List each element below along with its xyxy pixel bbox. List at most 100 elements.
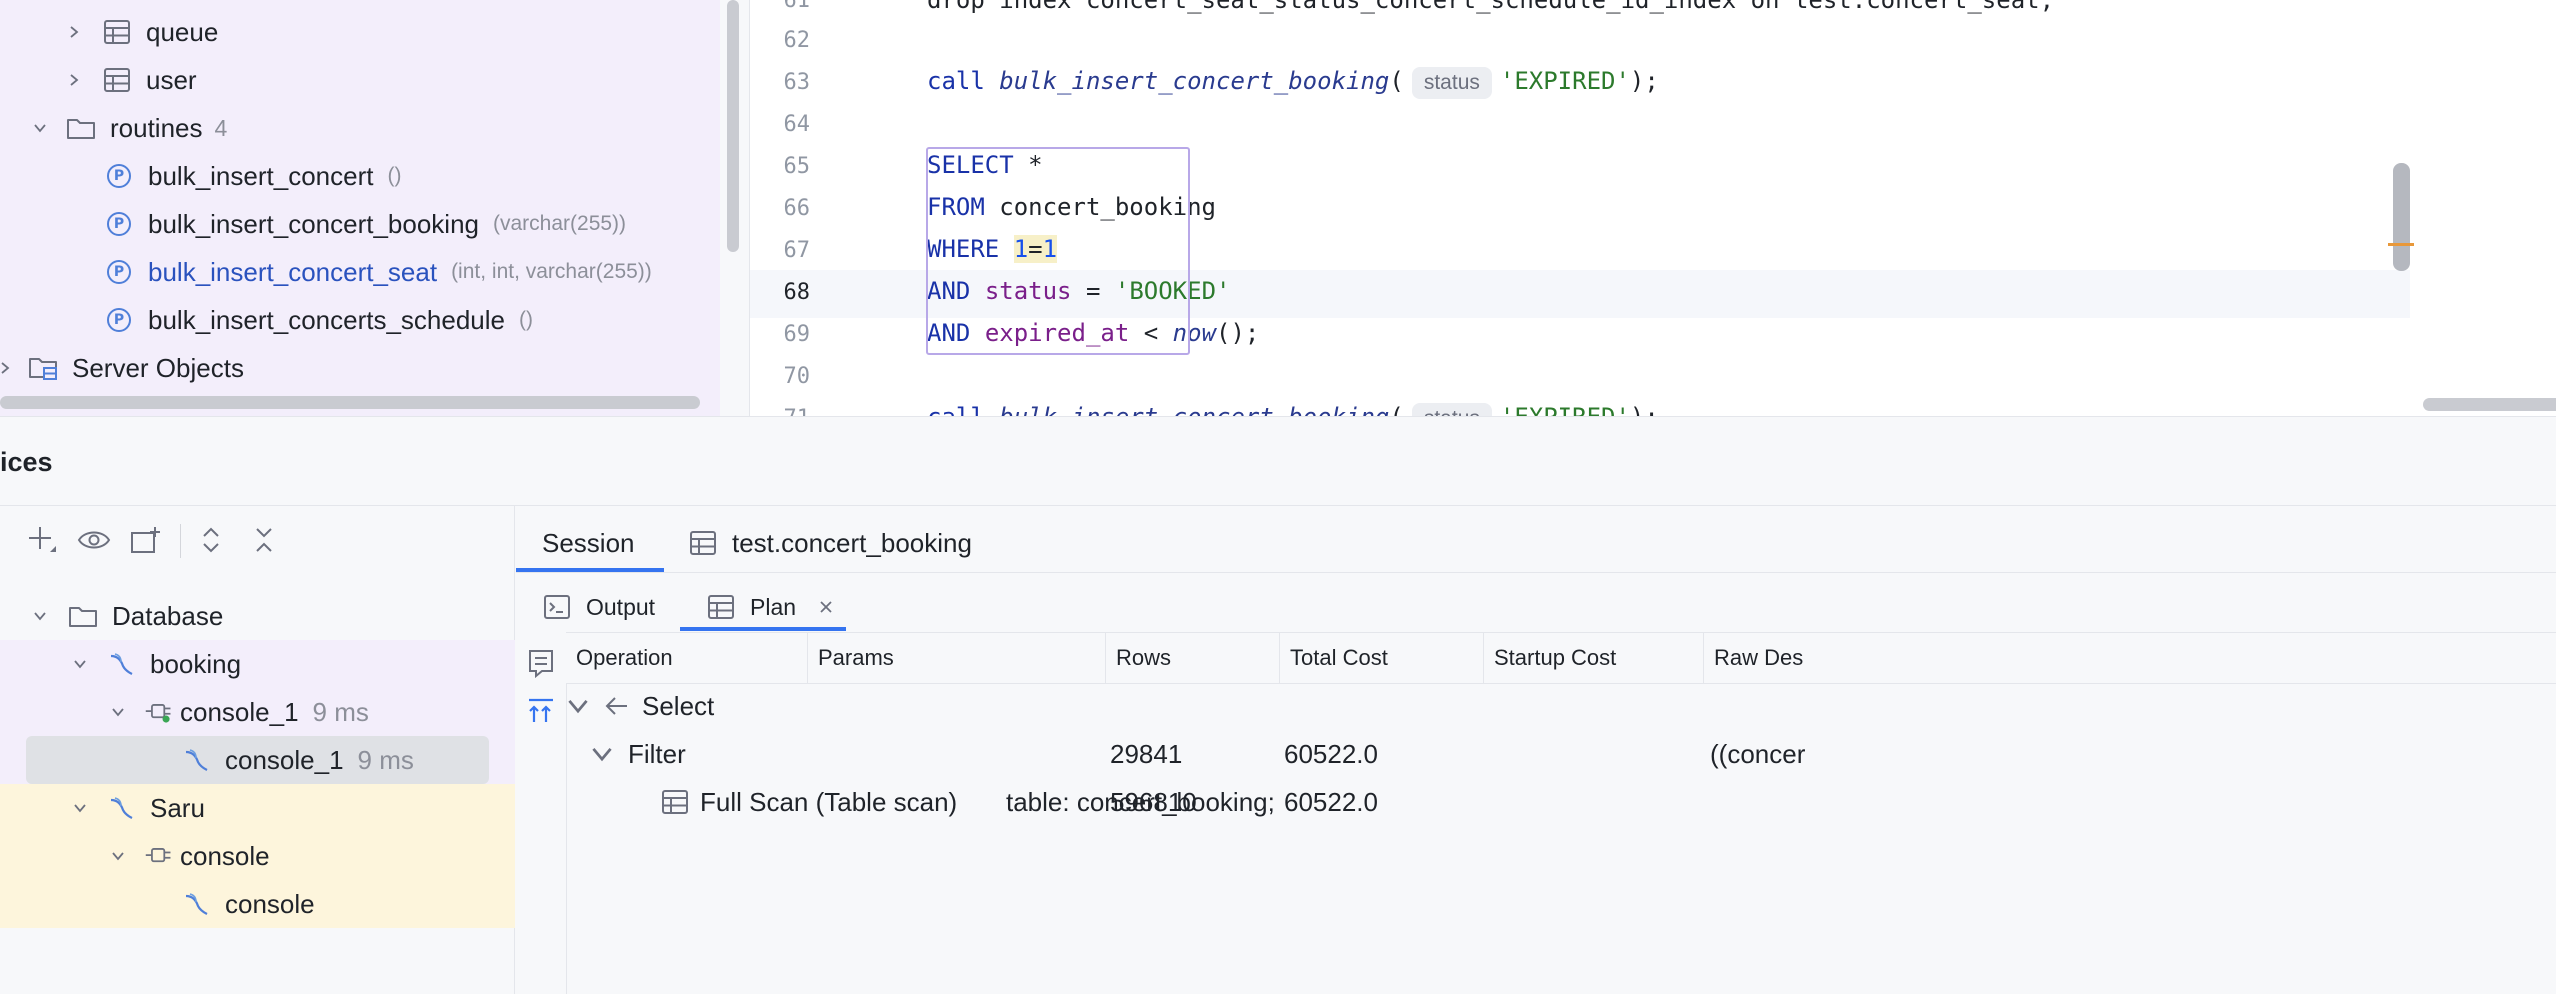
cell-operation: Full Scan (Table scan) [700,786,958,817]
plan-row-filter[interactable]: Filter 29841 60522.0 ((concer [566,730,2556,778]
line-number: 69 [783,322,811,347]
line-number: 63 [783,70,811,95]
procedure-icon: P [104,161,134,191]
close-icon[interactable] [818,599,834,615]
chevron-right-icon[interactable] [0,356,12,380]
plan-row-full-scan[interactable]: Full Scan (Table scan) table: concert_bo… [566,778,2556,826]
code-paren: ( [1389,67,1404,95]
expand-all-icon[interactable] [191,520,231,560]
procedure-signature: (int, int, varchar(255)) [451,260,652,283]
column-header-operation[interactable]: Operation [566,633,808,683]
tree-item-user[interactable]: user [62,56,197,104]
chevron-down-icon[interactable] [28,604,52,628]
column-header-startup-cost[interactable]: Startup Cost [1484,633,1704,683]
tree-item-label: bulk_insert_concert [148,160,374,191]
code-function: bulk_insert_concert_booking [999,67,1390,95]
code-paren: ); [1629,67,1659,95]
column-header-raw-description[interactable]: Raw Des [1704,633,2064,683]
parameter-hint: status [1411,403,1492,416]
chevron-right-icon[interactable] [62,20,86,44]
execution-time: 9 ms [312,696,369,727]
session-icon [144,697,174,727]
column-header-params[interactable]: Params [808,633,1106,683]
services-item-label: Saru [150,792,205,823]
code-paren: ); [1630,403,1659,416]
add-icon[interactable] [22,520,62,560]
services-tree-panel: Database booking console_1 9 ms console_… [0,506,515,994]
line-number: 62 [783,28,811,53]
tree-horizontal-scrollbar[interactable] [0,396,700,409]
tree-item-label: bulk_insert_concert_seat [148,256,438,287]
tree-item-queue[interactable]: queue [62,8,218,56]
tab-test-concert-booking[interactable]: test.concert_booking [688,520,972,566]
code-text: (); [1216,319,1260,347]
subtab-output[interactable]: Output [542,582,655,632]
column-header-total-cost[interactable]: Total Cost [1280,633,1484,683]
procedure-signature: (varchar(255)) [493,212,627,235]
services-item-label: booking [150,648,242,679]
new-group-icon[interactable] [126,520,166,560]
eye-icon[interactable] [74,520,114,560]
plan-row-select[interactable]: Select [566,682,2556,730]
tree-item-label: routines [110,112,203,143]
tree-item-procedure[interactable]: P bulk_insert_concert () [104,152,401,200]
execution-time: 9 ms [357,744,414,775]
procedure-icon: P [104,305,134,335]
tree-item-procedure-selected[interactable]: P bulk_insert_concert_seat (int, int, va… [104,248,652,296]
editor-vertical-scrollbar[interactable] [2393,163,2410,271]
collapse-all-icon[interactable] [244,520,284,560]
chevron-down-icon[interactable] [68,796,92,820]
services-item-label: console_1 [180,696,299,727]
tab-label: test.concert_booking [732,527,972,558]
tab-divider [516,572,2556,573]
column-header-rows[interactable]: Rows [1106,633,1280,683]
editor-horizontal-scrollbar[interactable] [2423,398,2556,411]
code-paren: ( [1389,403,1403,416]
services-item-database[interactable]: Database [0,592,515,640]
services-item-label: console [180,840,270,871]
chevron-down-icon[interactable] [590,730,614,778]
cell-rows: 596810 [1110,786,1197,817]
chevron-down-icon[interactable] [28,116,52,140]
services-item-console-selected[interactable]: console_1 9 ms [26,736,489,784]
services-item-session[interactable]: console [0,832,515,880]
tree-item-server-objects[interactable]: Server Objects [0,344,244,392]
line-number: 66 [783,196,811,221]
services-item-session[interactable]: console_1 9 ms [0,688,515,736]
routines-count: 4 [214,114,228,141]
active-subtab-indicator [680,627,846,631]
show-text-icon[interactable] [524,646,558,680]
procedure-signature: () [387,164,402,187]
cell-total-cost: 60522.0 [1284,786,1378,817]
line-number-current: 68 [783,280,811,305]
mysql-console-icon [181,745,211,775]
tree-item-routines[interactable]: routines 4 [28,104,227,152]
tree-item-procedure[interactable]: P bulk_insert_concerts_schedule () [104,296,533,344]
tree-item-procedure[interactable]: P bulk_insert_concert_booking (varchar(2… [104,200,626,248]
services-item-booking[interactable]: booking [0,640,515,688]
services-item-saru[interactable]: Saru [0,784,515,832]
chevron-down-icon[interactable] [68,652,92,676]
tab-session[interactable]: Session [542,520,635,566]
services-item-label: console_1 [225,744,344,775]
table-icon [688,528,718,558]
tree-item-label: user [146,64,197,95]
services-item-console[interactable]: console [0,880,515,928]
tree-item-label: queue [146,16,219,47]
services-tool-window-header: ices [0,416,2556,506]
code-keyword: call [927,403,999,416]
chevron-down-icon[interactable] [106,700,130,724]
mysql-datasource-icon [106,793,136,823]
show-diagram-icon[interactable] [524,694,558,728]
procedure-icon: P [104,209,134,239]
cell-operation: Select [642,690,715,721]
mysql-datasource-icon [106,649,136,679]
subtab-plan[interactable]: Plan [706,582,834,632]
tree-vertical-scrollbar[interactable] [727,0,739,252]
warning-marker[interactable] [2388,243,2414,246]
sql-editor[interactable]: 61 62 63 64 65 66 67 68 69 70 71 drop in… [749,0,2556,416]
chevron-right-icon[interactable] [62,68,86,92]
chevron-down-icon[interactable] [106,844,130,868]
folder-icon [68,601,98,631]
chevron-down-icon[interactable] [566,682,590,730]
